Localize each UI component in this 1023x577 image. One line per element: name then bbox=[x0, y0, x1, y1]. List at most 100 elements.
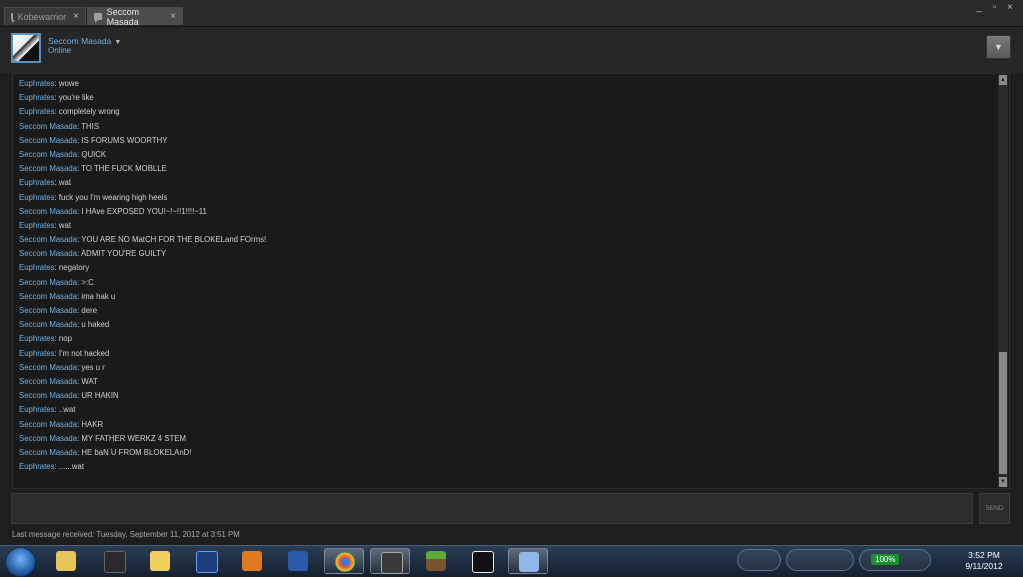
message-text: UR HAKIN bbox=[81, 391, 119, 401]
message-sender[interactable]: Seccom Masada bbox=[19, 391, 77, 400]
message-sender[interactable]: Seccom Masada bbox=[19, 207, 77, 216]
message-text: nop bbox=[58, 334, 72, 344]
taskbar-minecraft[interactable] bbox=[416, 548, 456, 574]
message-sender[interactable]: Euphrates bbox=[19, 178, 55, 187]
chat-message: Euphrates: completely wrong bbox=[19, 105, 989, 119]
friend-name[interactable]: Seccom Masada ▼ bbox=[48, 36, 121, 46]
avatar[interactable] bbox=[11, 33, 41, 63]
folder-icon bbox=[150, 551, 170, 571]
message-text: YOU ARE NO MatCH FOR THE BLOKELand FOrms… bbox=[81, 235, 267, 245]
message-sender[interactable]: Seccom Masada bbox=[19, 122, 77, 131]
message-sender[interactable]: Euphrates bbox=[19, 263, 55, 272]
start-button[interactable] bbox=[5, 547, 36, 577]
message-sender[interactable]: Euphrates bbox=[19, 334, 55, 343]
message-sender[interactable]: Seccom Masada bbox=[19, 363, 77, 372]
message-text: u haked bbox=[81, 320, 110, 330]
steam-icon bbox=[381, 552, 403, 574]
chat-message: Seccom Masada: TO THE FUCK MOBLLE bbox=[19, 162, 989, 176]
scroll-up-icon[interactable]: ▲ bbox=[999, 75, 1007, 85]
message-sender[interactable]: Seccom Masada bbox=[19, 420, 77, 429]
tray-signal-group[interactable] bbox=[786, 549, 854, 571]
chat-message: Seccom Masada: IS FORUMS WOORTHY bbox=[19, 134, 989, 148]
window-controls[interactable]: _ ▫ × bbox=[976, 2, 1017, 13]
message-list: Euphrates: wowe Euphrates: you're like Eup… bbox=[19, 77, 989, 474]
message-text: HE baN U FROM BLOKELAnD! bbox=[81, 447, 192, 457]
taskbar-steam[interactable] bbox=[370, 548, 410, 574]
message-sender[interactable]: Seccom Masada bbox=[19, 235, 77, 244]
taskbar-photoshop[interactable] bbox=[186, 548, 226, 574]
close-tab-icon[interactable]: × bbox=[73, 11, 79, 22]
chat-message: Euphrates: wat bbox=[19, 176, 989, 190]
message-sender[interactable]: Seccom Masada bbox=[19, 448, 77, 457]
battery-indicator[interactable]: 100% bbox=[871, 554, 900, 565]
chat-message: Seccom Masada: >:C bbox=[19, 276, 989, 290]
taskbar-media[interactable] bbox=[232, 548, 272, 574]
message-sender[interactable]: Seccom Masada bbox=[19, 377, 77, 386]
chat-message: Seccom Masada: MY FATHER WERKZ 4 STEM bbox=[19, 432, 989, 446]
message-text: I HAve EXPOSED YOU!~!~!!1!!!!~11 bbox=[81, 206, 207, 216]
taskbar-app-window[interactable] bbox=[508, 548, 548, 574]
message-text: yes u r bbox=[81, 362, 105, 372]
send-button[interactable]: SEND bbox=[979, 493, 1010, 524]
message-text: negatory bbox=[58, 263, 90, 273]
chat-message: Seccom Masada: yes u r bbox=[19, 361, 989, 375]
taskbar-word[interactable] bbox=[278, 548, 318, 574]
chat-message: Euphrates: ..wat bbox=[19, 403, 989, 417]
message-sender[interactable]: Euphrates bbox=[19, 107, 55, 116]
options-menu-button[interactable]: ▼ bbox=[986, 35, 1011, 59]
scroll-down-icon[interactable]: ▼ bbox=[999, 477, 1007, 487]
message-text: IS FORUMS WOORTHY bbox=[81, 135, 168, 145]
message-text: ......wat bbox=[58, 462, 85, 472]
taskbar-app-3[interactable] bbox=[140, 548, 180, 574]
message-sender[interactable]: Euphrates bbox=[19, 93, 55, 102]
media-player-icon bbox=[242, 551, 262, 571]
message-text: ADMIT YOU'RE GUILTY bbox=[80, 249, 167, 259]
message-sender[interactable]: Euphrates bbox=[19, 462, 55, 471]
chevron-down-icon: ▼ bbox=[994, 42, 1003, 52]
tab-seccom-masada[interactable]: Seccom Masada × bbox=[87, 6, 183, 27]
message-sender[interactable]: Seccom Masada bbox=[19, 434, 77, 443]
message-text: QUICK bbox=[81, 149, 107, 159]
message-input[interactable] bbox=[11, 493, 973, 524]
clock[interactable]: 3:52 PM 9/11/2012 bbox=[952, 550, 1016, 572]
message-sender[interactable]: Seccom Masada bbox=[19, 320, 77, 329]
close-tab-icon[interactable]: × bbox=[170, 11, 176, 22]
tray-network-group[interactable] bbox=[737, 549, 781, 571]
scroll-thumb[interactable] bbox=[999, 352, 1007, 474]
message-sender[interactable]: Euphrates bbox=[19, 221, 55, 230]
minecraft-icon bbox=[426, 551, 446, 571]
taskbar-app-b[interactable] bbox=[462, 548, 502, 574]
chat-message: Euphrates: I'm not hacked bbox=[19, 347, 989, 361]
tab-label: Seccom Masada bbox=[106, 6, 140, 27]
message-sender[interactable]: Euphrates bbox=[19, 405, 55, 414]
taskbar-app-2[interactable] bbox=[94, 548, 134, 574]
photoshop-icon bbox=[196, 551, 218, 573]
chat-message: Euphrates: nop bbox=[19, 332, 989, 346]
chat-message: Seccom Masada: ima hak u bbox=[19, 290, 989, 304]
message-text: THIS bbox=[81, 121, 100, 131]
message-sender[interactable]: Euphrates bbox=[19, 79, 55, 88]
tab-bar: Kobewarrior × Seccom Masada × _ ▫ × bbox=[0, 0, 1023, 27]
message-text: completely wrong bbox=[58, 107, 120, 117]
scrollbar[interactable]: ▲ ▼ bbox=[998, 75, 1008, 487]
folder-icon bbox=[56, 551, 76, 571]
message-sender[interactable]: Euphrates bbox=[19, 193, 55, 202]
message-sender[interactable]: Euphrates bbox=[19, 349, 55, 358]
message-sender[interactable]: Seccom Masada bbox=[19, 292, 77, 301]
app-icon bbox=[104, 551, 126, 573]
message-sender[interactable]: Seccom Masada bbox=[19, 278, 77, 287]
chat-message: Euphrates: fuck you I'm wearing high hee… bbox=[19, 191, 989, 205]
message-sender[interactable]: Seccom Masada bbox=[19, 150, 77, 159]
chat-message: Seccom Masada: YOU ARE NO MatCH FOR THE … bbox=[19, 233, 989, 247]
chat-message: Euphrates: ......wat bbox=[19, 460, 989, 474]
message-sender[interactable]: Seccom Masada bbox=[19, 249, 77, 258]
message-sender[interactable]: Seccom Masada bbox=[19, 136, 77, 145]
message-sender[interactable]: Seccom Masada bbox=[19, 164, 77, 173]
taskbar-explorer[interactable] bbox=[46, 548, 86, 574]
chat-message: Seccom Masada: I HAve EXPOSED YOU!~!~!!1… bbox=[19, 205, 989, 219]
taskbar-chrome[interactable] bbox=[324, 548, 364, 574]
chevron-down-icon[interactable]: ▼ bbox=[114, 39, 121, 46]
last-message-info: Last message received: Tuesday, Septembe… bbox=[12, 530, 240, 539]
tab-kobewarrior[interactable]: Kobewarrior × bbox=[4, 7, 86, 25]
message-sender[interactable]: Seccom Masada bbox=[19, 306, 77, 315]
